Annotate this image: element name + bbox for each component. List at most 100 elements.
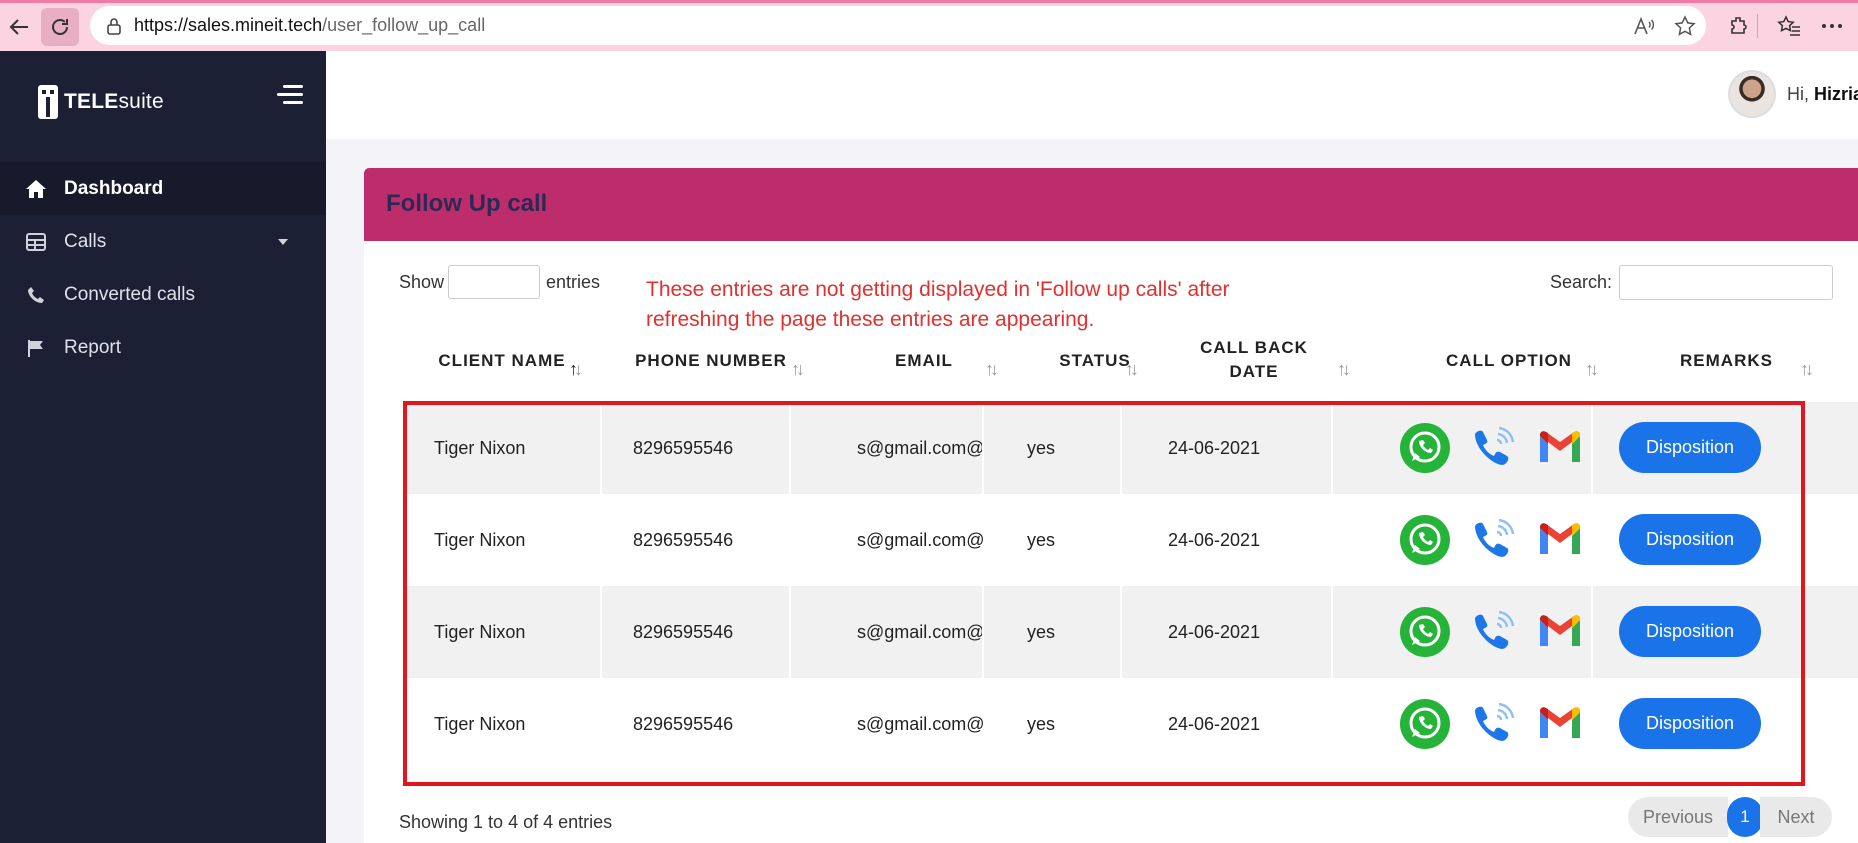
cell-email: s@gmail.com@ (857, 713, 985, 734)
more-menu-icon[interactable] (1817, 11, 1847, 41)
sidebar-item-label: Calls (64, 230, 107, 252)
cell-phone: 8296595546 (633, 713, 734, 734)
sort-icon[interactable]: ↑↓ (791, 359, 805, 380)
cell-client-name: Tiger Nixon (434, 529, 526, 550)
cell-email: s@gmail.com@ (857, 621, 985, 642)
phone-call-icon[interactable] (1466, 514, 1518, 566)
chevron-down-icon (278, 239, 288, 245)
search-label: Search: (1550, 272, 1613, 292)
whatsapp-icon[interactable] (1399, 422, 1451, 474)
reload-icon (52, 19, 68, 35)
sidebar-item-dashboard[interactable]: Dashboard (0, 162, 326, 215)
phone-call-icon[interactable] (1466, 698, 1518, 750)
sort-icon[interactable]: ↑↓ (985, 359, 999, 380)
column-header-client-name[interactable]: CLIENT NAME (432, 349, 572, 373)
flag-icon (24, 336, 48, 360)
cell-phone: 8296595546 (633, 437, 734, 458)
sort-icon[interactable]: ↑↓ (1337, 359, 1351, 380)
column-header-remarks[interactable]: REMARKS (1664, 349, 1789, 373)
logo-mark-icon (38, 85, 58, 119)
phone-icon (24, 283, 48, 307)
table-row: Tiger Nixon 8296595546 s@gmail.com@ yes … (404, 678, 1858, 770)
cell-date: 24-06-2021 (1168, 621, 1261, 642)
sidebar-item-label: Dashboard (64, 177, 164, 199)
cell-status: yes (1027, 529, 1056, 550)
cell-status: yes (1027, 621, 1056, 642)
gmail-icon[interactable] (1534, 698, 1586, 750)
whatsapp-icon[interactable] (1399, 514, 1451, 566)
favorites-list-icon[interactable] (1774, 11, 1804, 41)
gmail-icon[interactable] (1534, 514, 1586, 566)
whatsapp-icon[interactable] (1399, 698, 1451, 750)
sidebar-toggle-icon[interactable] (277, 85, 303, 105)
logo-text-bold: TELE (64, 90, 119, 113)
user-name: Hizria (1814, 84, 1858, 104)
sort-icon[interactable]: ↑↓ (569, 359, 583, 380)
toolbar-separator (1757, 14, 1758, 38)
logo-text-light: suite (118, 90, 164, 113)
home-icon (24, 177, 48, 201)
cell-client-name: Tiger Nixon (434, 621, 526, 642)
phone-call-icon[interactable] (1466, 422, 1518, 474)
entries-per-page-select[interactable] (448, 265, 540, 299)
reload-button[interactable] (41, 8, 79, 46)
whatsapp-icon[interactable] (1399, 606, 1451, 658)
pagination-previous[interactable]: Previous (1628, 797, 1728, 837)
cell-phone: 8296595546 (633, 621, 734, 642)
user-greeting[interactable]: Hi, Hizria (1787, 84, 1858, 105)
address-bar[interactable]: https://sales.mineit.tech/user_follow_up… (90, 6, 1706, 45)
greeting-text: Hi, (1787, 84, 1809, 104)
table-info: Showing 1 to 4 of 4 entries (399, 812, 613, 832)
disposition-button[interactable]: Disposition (1619, 606, 1761, 657)
sidebar-item-label: Report (64, 336, 122, 358)
url-host: https://sales.mineit.tech (134, 15, 323, 35)
cell-date: 24-06-2021 (1168, 529, 1261, 550)
show-label: Show (399, 272, 445, 292)
sidebar-item-label: Converted calls (64, 283, 195, 305)
annotation-note: These entries are not getting displayed … (646, 278, 1230, 331)
back-arrow-icon (9, 19, 28, 35)
disposition-button[interactable]: Disposition (1619, 422, 1761, 473)
sort-icon[interactable]: ↑↓ (1125, 359, 1139, 380)
tab-strip-edge (0, 0, 1858, 3)
cell-status: yes (1027, 713, 1056, 734)
read-aloud-icon[interactable] (1629, 11, 1659, 41)
sidebar-item-calls[interactable]: Calls (0, 215, 326, 268)
disposition-button[interactable]: Disposition (1619, 514, 1761, 565)
sidebar-item-report[interactable]: Report (0, 321, 326, 374)
search-input[interactable] (1619, 265, 1833, 300)
table-row: Tiger Nixon 8296595546 s@gmail.com@ yes … (404, 586, 1858, 678)
back-button[interactable] (0, 8, 38, 46)
column-header-call-option[interactable]: CALL OPTION (1419, 349, 1599, 373)
avatar[interactable] (1728, 70, 1776, 118)
favorite-star-icon[interactable] (1670, 11, 1700, 41)
sort-icon[interactable]: ↑↓ (1585, 359, 1599, 380)
disposition-button[interactable]: Disposition (1619, 698, 1761, 749)
cell-email: s@gmail.com@ (857, 437, 985, 458)
cell-status: yes (1027, 437, 1056, 458)
card-header: Follow Up call (364, 168, 1858, 241)
sort-icon[interactable]: ↑↓ (1800, 359, 1814, 380)
cell-phone: 8296595546 (633, 529, 734, 550)
pagination-next[interactable]: Next (1760, 797, 1832, 837)
phone-call-icon[interactable] (1466, 606, 1518, 658)
column-header-call-back-date[interactable]: CALL BACK DATE (1194, 336, 1314, 384)
url-path: /user_follow_up_call (322, 15, 486, 35)
app-logo[interactable]: TELEsuite (38, 85, 164, 119)
table-row: Tiger Nixon 8296595546 s@gmail.com@ yes … (404, 402, 1858, 494)
extensions-icon[interactable] (1724, 11, 1754, 41)
pagination-page-1[interactable]: 1 (1727, 797, 1763, 837)
sidebar-item-converted-calls[interactable]: Converted calls (0, 268, 326, 321)
table-row: Tiger Nixon 8296595546 s@gmail.com@ yes … (404, 494, 1858, 586)
entries-label: entries (546, 272, 601, 292)
column-header-phone-number[interactable]: PHONE NUMBER (631, 349, 791, 373)
cell-client-name: Tiger Nixon (434, 713, 526, 734)
cell-client-name: Tiger Nixon (434, 437, 526, 458)
gmail-icon[interactable] (1534, 422, 1586, 474)
gmail-icon[interactable] (1534, 606, 1586, 658)
top-header (326, 51, 1858, 139)
follow-up-card: Follow Up call Show entries These entrie… (364, 168, 1858, 843)
cell-date: 24-06-2021 (1168, 437, 1261, 458)
column-header-email[interactable]: EMAIL (874, 349, 974, 373)
table-icon (24, 230, 48, 254)
